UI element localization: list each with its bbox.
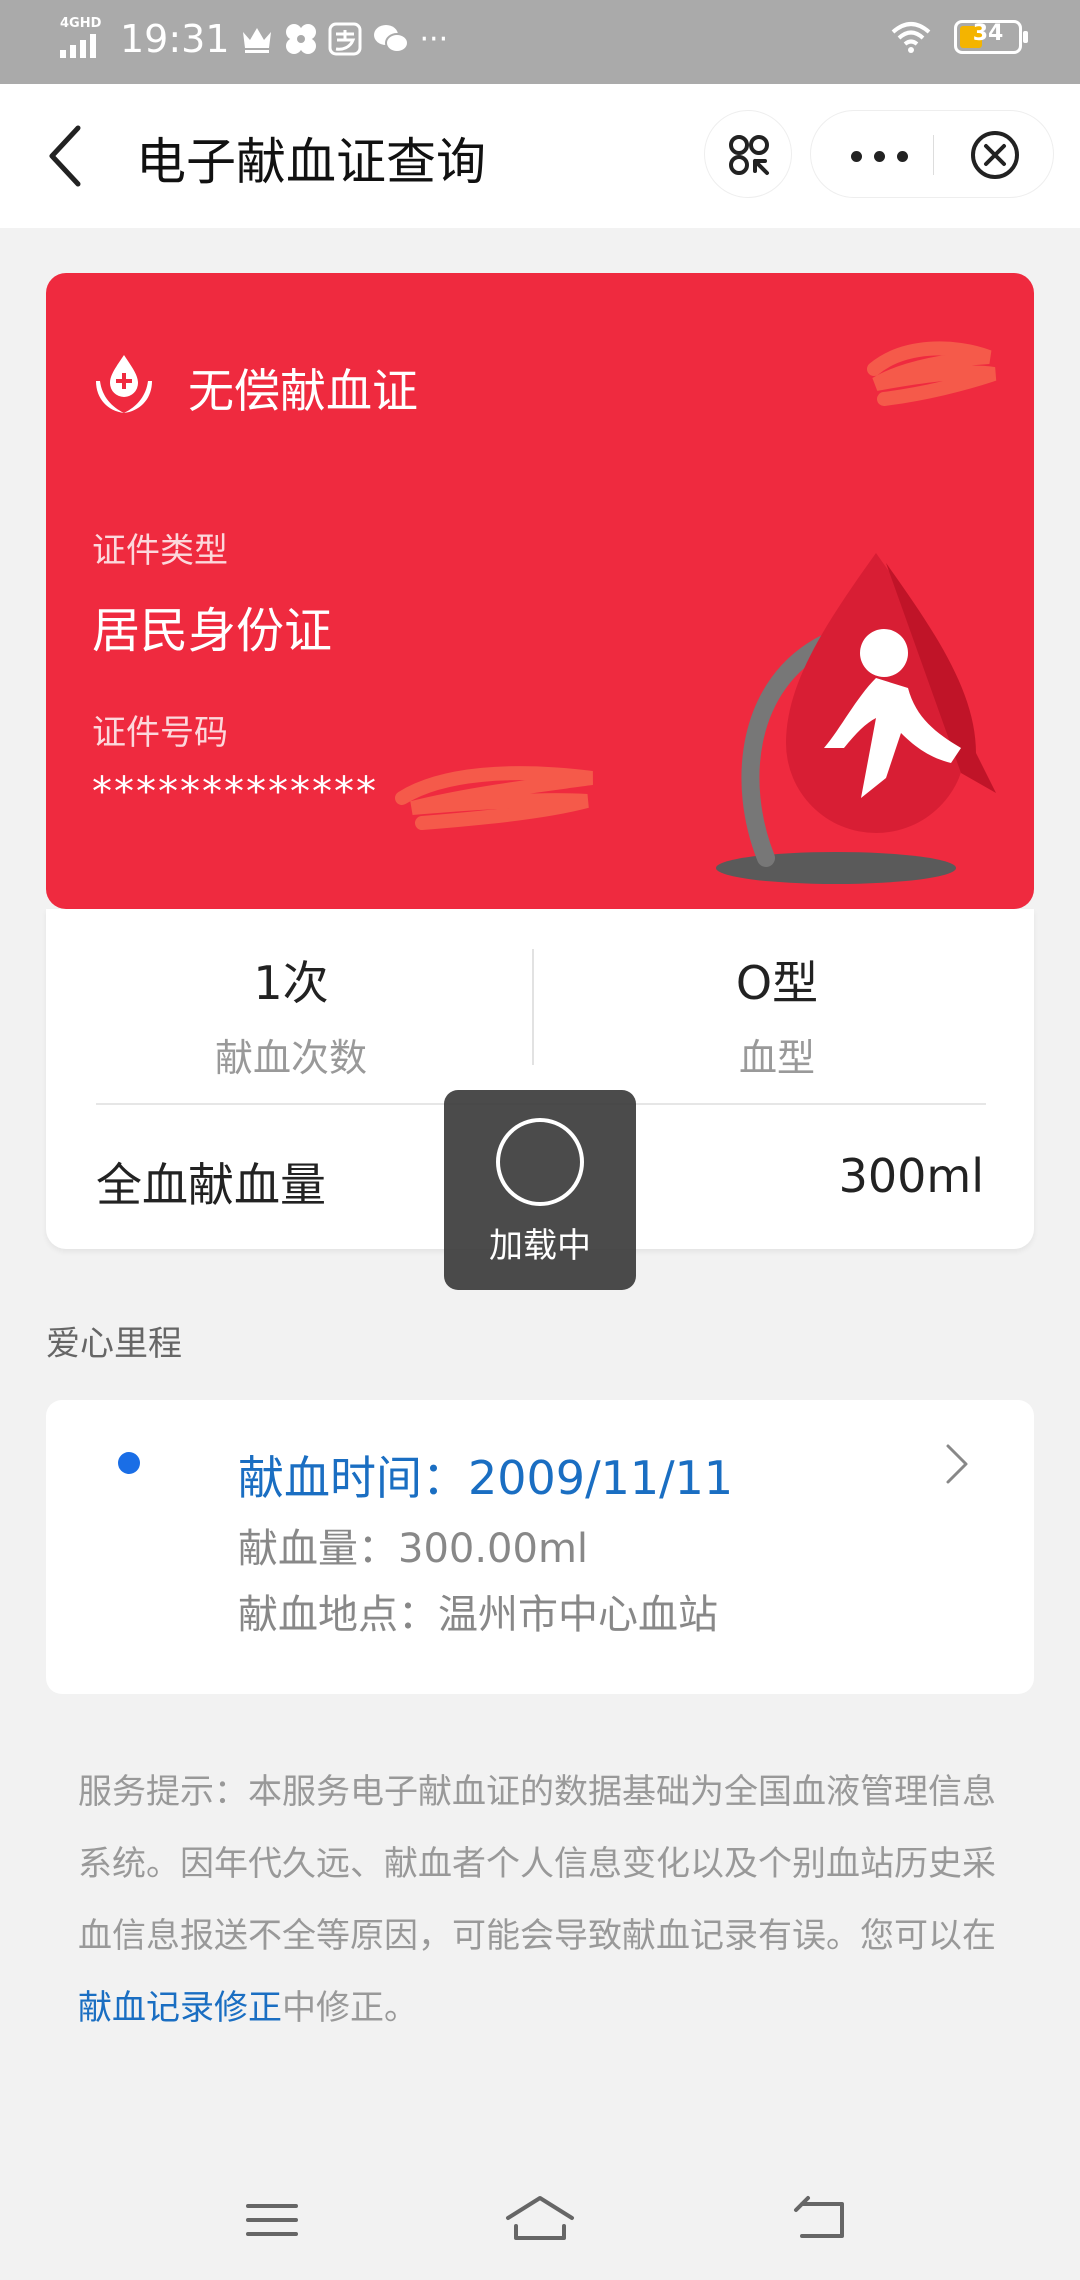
loading-toast: 加载中: [444, 1090, 636, 1290]
redaction-scribble: [867, 341, 997, 406]
record-correction-link[interactable]: 献血记录修正: [78, 1988, 282, 2028]
id-number-label: 证件号码: [92, 713, 228, 753]
service-notice: 服务提示：本服务电子献血证的数据基础为全国血液管理信息系统。因年代久远、献血者个…: [78, 1756, 998, 2044]
battery-level: 34: [972, 21, 1004, 46]
more-button[interactable]: [851, 151, 908, 162]
loading-spinner-icon: [496, 1118, 584, 1206]
donation-count-label: 献血次数: [214, 1036, 367, 1080]
blood-type-label: 血型: [738, 1036, 815, 1080]
close-button[interactable]: [969, 129, 1021, 181]
blood-drop-mascot-icon: [716, 553, 996, 884]
more-status-icon: ···: [419, 21, 449, 57]
nav-bar: 电子献血证查询: [0, 84, 1080, 228]
menu-icon[interactable]: [232, 2190, 312, 2250]
id-type-label: 证件类型: [92, 531, 228, 571]
network-label: 4GHD: [60, 16, 102, 31]
pinwheel-icon: [285, 24, 316, 54]
record-amount: 献血量：300.00ml: [238, 1526, 589, 1572]
page-title: 电子献血证查询: [136, 133, 486, 191]
donation-count-value: 1次: [253, 956, 329, 1010]
record-location: 献血地点：温州市中心血站: [238, 1592, 718, 1638]
id-type-value: 居民身份证: [92, 603, 333, 659]
stat-divider: [532, 949, 534, 1065]
capsule-menu: [810, 110, 1054, 198]
timeline-dot: [118, 1452, 140, 1474]
crown-icon: [242, 28, 271, 53]
whole-blood-label: 全血献血量: [96, 1158, 326, 1212]
wechat-icon: [373, 25, 409, 53]
wifi-icon: [891, 22, 931, 53]
alipay-icon: [328, 22, 362, 56]
blood-type-stat: O型 血型: [552, 947, 1002, 1082]
notice-text: 服务提示：本服务电子献血证的数据基础为全国血液管理信息系统。因年代久远、献血者个…: [78, 1772, 996, 1956]
back-button[interactable]: [38, 120, 98, 192]
battery-icon: 34: [954, 20, 1028, 54]
status-right: 34: [890, 20, 1028, 54]
home-icon[interactable]: [500, 2190, 580, 2250]
status-left: 4GHD 19:31 ···: [58, 16, 448, 62]
capsule-divider: [933, 135, 934, 175]
status-bar: 4GHD 19:31 ··· 34: [0, 0, 1080, 84]
redaction-scribble: [395, 766, 593, 830]
scan-icon: [729, 135, 769, 175]
donation-record-item[interactable]: 献血时间：2009/11/11 献血量：300.00ml 献血地点：温州市中心血…: [46, 1400, 1034, 1694]
status-time: 19:31: [120, 17, 230, 61]
signal-icon: 4GHD: [58, 16, 110, 62]
scan-button[interactable]: [704, 110, 792, 198]
blood-drop-hands-icon: [96, 355, 152, 413]
donation-count-stat: 1次 献血次数: [66, 947, 516, 1082]
card-title: 无偿献血证: [188, 364, 418, 418]
blood-type-value: O型: [735, 956, 819, 1010]
whole-blood-value: 300ml: [838, 1149, 984, 1203]
loading-text: 加载中: [489, 1226, 591, 1266]
record-time: 献血时间：2009/11/11: [238, 1451, 734, 1505]
system-nav-bar: [0, 2160, 1080, 2280]
notice-suffix: 中修正。: [282, 1988, 418, 2028]
chevron-right-icon: [946, 1444, 968, 1484]
blood-donation-card: 无偿献血证 证件类型 居民身份证 证件号码 *************: [46, 273, 1034, 909]
section-title: 爱心里程: [46, 1324, 182, 1364]
id-number-value: *************: [92, 769, 378, 815]
back-nav-icon[interactable]: [782, 2190, 862, 2250]
